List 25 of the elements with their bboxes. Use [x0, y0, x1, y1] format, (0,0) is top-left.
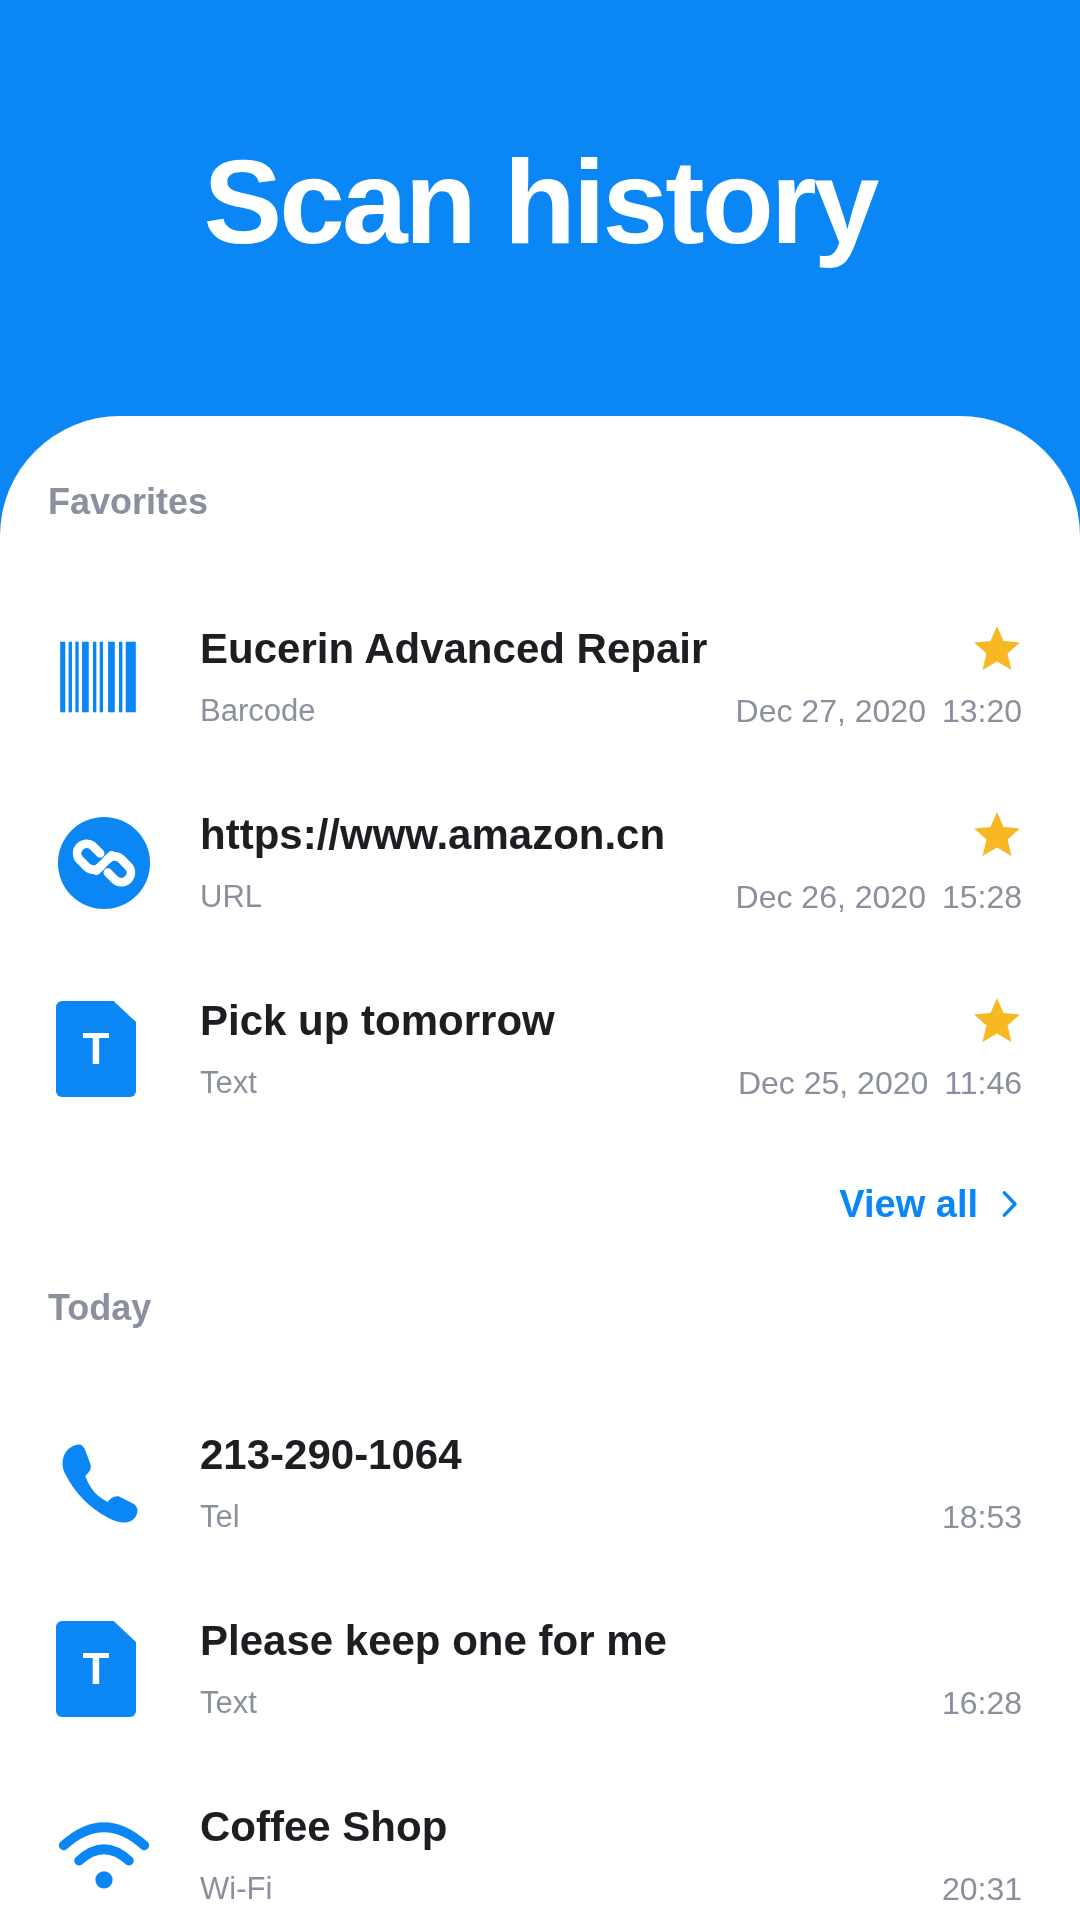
link-icon: [56, 815, 152, 911]
item-timestamp: Dec 27, 2020 13:20: [735, 692, 1022, 731]
section-heading: Favorites: [48, 480, 210, 524]
item-timestamp: 20:31: [941, 1870, 1022, 1909]
item-type: URL: [200, 878, 262, 916]
document-icon: T: [56, 1621, 136, 1717]
item-timestamp: Dec 26, 2020 15:28: [735, 878, 1022, 917]
item-timestamp: 16:28: [941, 1684, 1022, 1723]
view-all-link[interactable]: View all: [839, 1179, 1024, 1229]
item-timestamp: Dec 25, 2020 11:46: [737, 1064, 1022, 1103]
item-type: Tel: [200, 1498, 240, 1536]
item-title[interactable]: 213-290-1064: [200, 1427, 462, 1483]
item-type: Text: [200, 1064, 257, 1102]
section-heading: Today: [48, 1286, 153, 1330]
item-type: Text: [200, 1684, 257, 1722]
item-title[interactable]: Pick up tomorrow: [200, 993, 555, 1049]
item-title[interactable]: Please keep one for me: [200, 1613, 667, 1669]
item-title[interactable]: Coffee Shop: [200, 1799, 448, 1855]
item-title[interactable]: Eucerin Advanced Repair: [200, 621, 708, 677]
item-timestamp: 18:53: [941, 1498, 1022, 1537]
page-title: Scan history: [203, 137, 877, 267]
item-title[interactable]: https://www.amazon.cn: [200, 807, 666, 863]
item-type: Barcode: [200, 692, 316, 730]
item-type: Wi-Fi: [200, 1870, 273, 1908]
document-icon: T: [56, 1001, 136, 1097]
